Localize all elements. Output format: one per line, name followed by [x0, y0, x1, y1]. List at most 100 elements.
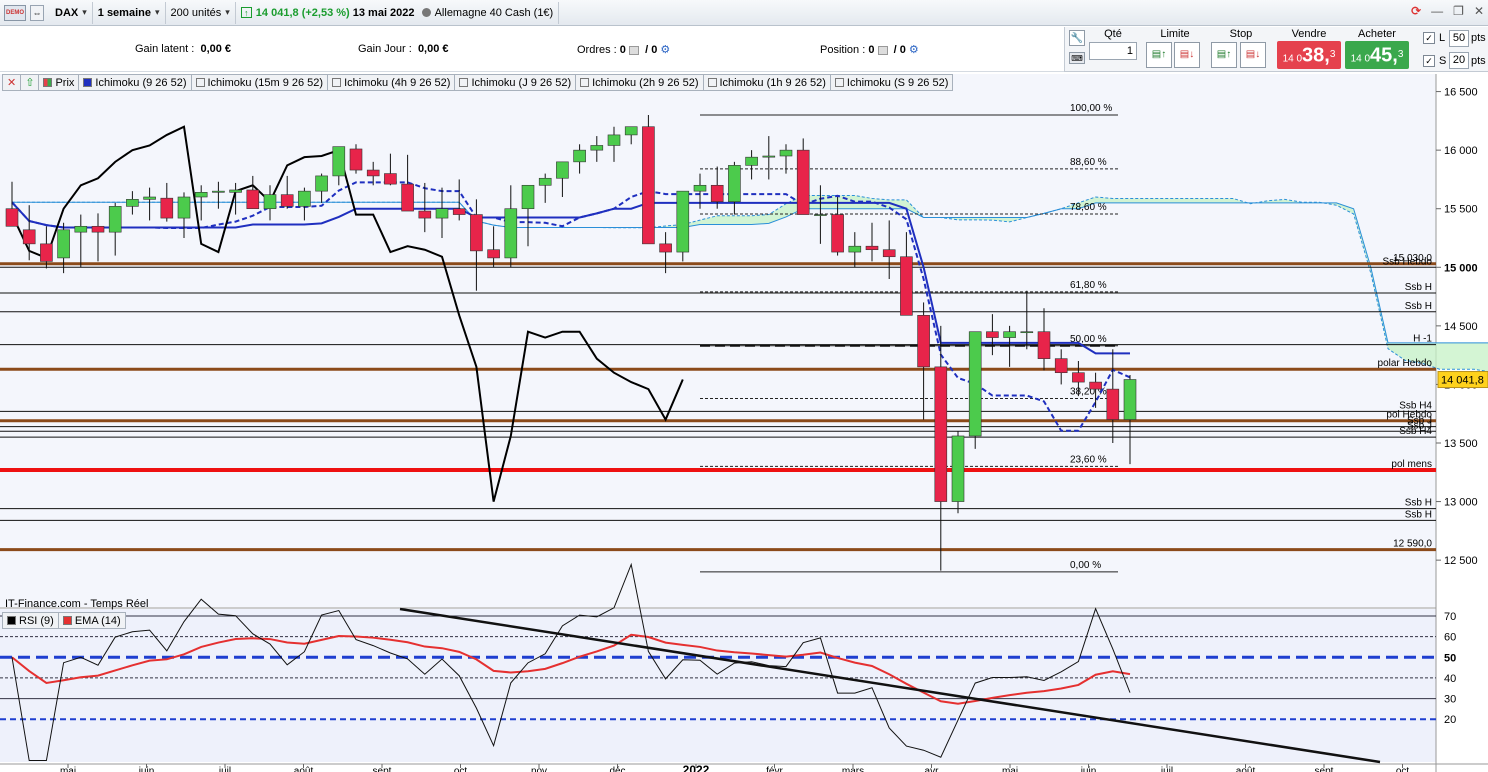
- candle-body: [57, 229, 70, 259]
- legend-item-ichimoku[interactable]: Ichimoku (9 26 52): [79, 74, 192, 91]
- legend-item-ichimoku-4h[interactable]: Ichimoku (4h 9 26 52): [328, 74, 456, 91]
- candle-body: [366, 169, 380, 177]
- legend-item-ichimoku-2h[interactable]: Ichimoku (2h 9 26 52): [576, 74, 704, 91]
- quantity-input[interactable]: 1: [1089, 42, 1137, 60]
- legend-item-prix[interactable]: Prix: [39, 74, 80, 91]
- candle-body: [710, 184, 724, 202]
- stop-label: Stop: [1229, 28, 1253, 40]
- period-select[interactable]: 1 semaine: [93, 1, 166, 24]
- orders-count[interactable]: Ordres : 0 / 0 ⚙: [577, 43, 670, 56]
- x-tick-label: juin: [1080, 766, 1097, 772]
- candle-body: [108, 206, 122, 233]
- gear-icon[interactable]: ⚙: [909, 44, 919, 56]
- candle-body: [22, 229, 36, 245]
- price-change: (+2,53 %): [301, 6, 350, 19]
- last-price-label: 14 041,8: [1441, 375, 1484, 387]
- y-axis-bg: [1436, 74, 1488, 772]
- legend-item-ichimoku-1h[interactable]: Ichimoku (1h 9 26 52): [703, 74, 831, 91]
- candle-body: [882, 249, 896, 258]
- market-status-icon: [421, 8, 431, 17]
- x-tick-label: août: [1236, 766, 1256, 772]
- price-chart[interactable]: 16 50016 00015 50015 00014 50014 00013 5…: [0, 74, 1488, 772]
- instrument-select[interactable]: DAX: [50, 1, 93, 24]
- wrench-icon[interactable]: 🔧: [1069, 30, 1085, 46]
- refresh-icon[interactable]: ⟳: [1411, 4, 1421, 18]
- candle-body: [487, 249, 500, 259]
- candle-body: [642, 126, 655, 245]
- level-label: Ssb Hebdo: [1383, 256, 1433, 267]
- x-tick-label: sept: [373, 766, 392, 772]
- limite-label: Limite: [1160, 28, 1190, 40]
- candle-body: [177, 196, 191, 219]
- x-tick-label: juil: [1160, 766, 1173, 772]
- rsi-tick-label: 40: [1444, 673, 1456, 685]
- fibonacci-label: 0,00 %: [1070, 560, 1101, 571]
- candle-body: [676, 190, 690, 253]
- legend-item-rsi[interactable]: RSI (9): [2, 612, 59, 629]
- y-tick-label: 14 500: [1444, 321, 1478, 333]
- stop-sell-button[interactable]: ▤↓: [1240, 42, 1266, 68]
- level-label: polar Hebdo: [1378, 358, 1433, 369]
- level-label: H -1: [1413, 334, 1432, 345]
- candle-body: [246, 189, 260, 210]
- x-tick-label: déc: [609, 766, 625, 772]
- level-label: Ssb H: [1405, 301, 1432, 312]
- limit-checkbox[interactable]: ✓: [1423, 32, 1435, 44]
- limit-sell-button[interactable]: ▤↓: [1174, 42, 1200, 68]
- candle-body: [263, 194, 277, 210]
- candle-body: [143, 196, 156, 200]
- legend-item-ichimoku-s[interactable]: Ichimoku (S 9 26 52): [830, 74, 954, 91]
- fibonacci-label: 88,60 %: [1070, 157, 1107, 168]
- demo-badge-icon: DEMO: [4, 4, 26, 21]
- limit-buy-button[interactable]: ▤↑: [1146, 42, 1172, 68]
- candle-body: [418, 210, 432, 219]
- x-tick-label: nov: [531, 766, 547, 772]
- minimize-icon[interactable]: —: [1431, 4, 1443, 18]
- rsi-tick-label: 60: [1444, 632, 1456, 644]
- qte-label: Qté: [1104, 28, 1122, 40]
- candle-body: [796, 149, 810, 215]
- rsi-pane-bg: [0, 609, 1436, 762]
- chart-small-icon: [877, 45, 888, 55]
- candle-body: [401, 183, 414, 212]
- position-count[interactable]: Position : 0 / 0 ⚙: [820, 43, 919, 56]
- candle-body: [212, 190, 225, 193]
- candle-body: [160, 197, 174, 219]
- candle-body: [280, 194, 294, 207]
- level-label: Ssb H4: [1399, 426, 1432, 437]
- stop-pts-input[interactable]: 20: [1449, 52, 1469, 69]
- candle-body: [865, 245, 879, 251]
- pts-label: pts: [1471, 55, 1486, 67]
- x-tick-label: févr: [766, 766, 783, 772]
- keyboard-icon[interactable]: ⌨: [1069, 52, 1085, 64]
- window-controls: ⟳ — ❐ ✕: [1411, 4, 1484, 18]
- candle-body: [968, 331, 982, 437]
- sell-button[interactable]: 14 038,3: [1277, 41, 1341, 69]
- candle-body: [435, 208, 449, 219]
- candle-body: [1003, 331, 1016, 338]
- x-tick-label: mars: [842, 766, 864, 772]
- x-tick-label: juil: [218, 766, 231, 772]
- stop-checkbox[interactable]: ✓: [1423, 55, 1435, 67]
- candle-body: [315, 175, 328, 192]
- quote-bar: ↑ 14 041,8 (+2,53 %) 13 mai 2022 Allemag…: [236, 1, 560, 24]
- candle-body: [538, 177, 552, 186]
- units-select[interactable]: 200 unités: [166, 1, 236, 24]
- gain-jour: Gain Jour : 0,00 €: [358, 43, 449, 55]
- candle-body: [986, 331, 999, 338]
- gear-icon[interactable]: ⚙: [660, 44, 670, 56]
- legend-item-ichimoku-j[interactable]: Ichimoku (J 9 26 52): [455, 74, 577, 91]
- up-arrow-icon: ↑: [240, 7, 252, 18]
- candle-body: [349, 148, 363, 171]
- legend-item-ema[interactable]: EMA (14): [58, 612, 126, 629]
- legend-up-icon[interactable]: ⇧: [21, 74, 40, 91]
- stop-buy-button[interactable]: ▤↑: [1211, 42, 1237, 68]
- limit-pts-input[interactable]: 50: [1449, 30, 1469, 47]
- legend-item-ichimoku-15m[interactable]: Ichimoku (15m 9 26 52): [191, 74, 329, 91]
- pin-icon[interactable]: ⇔: [30, 4, 44, 21]
- vendre-label: Vendre: [1291, 28, 1327, 40]
- buy-button[interactable]: 14 045,3: [1345, 41, 1409, 69]
- restore-icon[interactable]: ❐: [1453, 4, 1464, 18]
- close-icon[interactable]: ✕: [1474, 4, 1484, 18]
- legend-close-icon[interactable]: ✕: [2, 74, 22, 91]
